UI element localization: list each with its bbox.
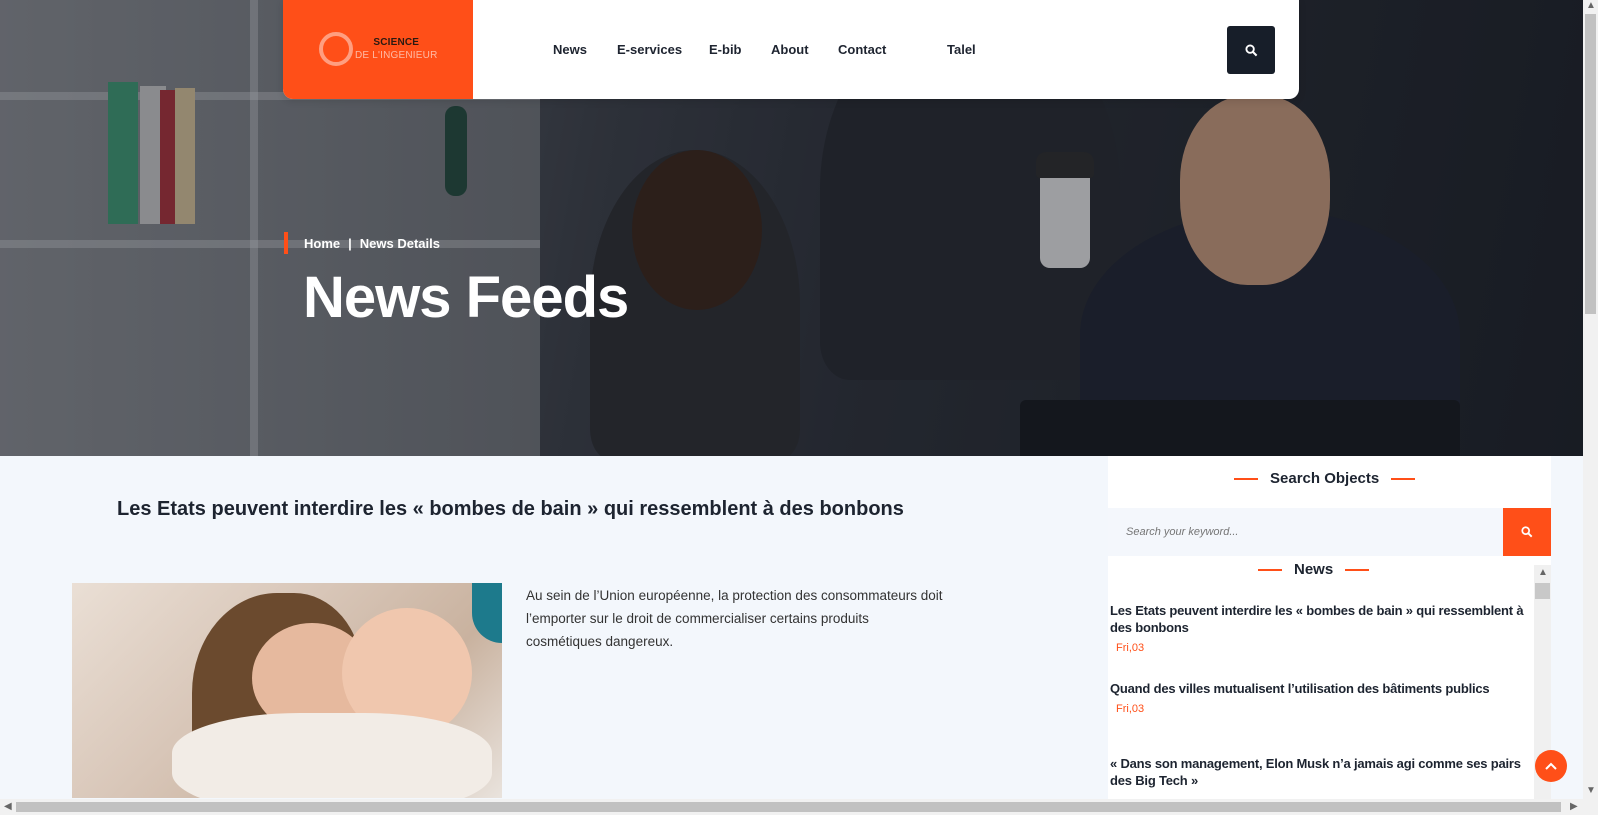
page-title: News Feeds — [303, 265, 629, 330]
logo-text: SCIENCE DE L'INGENIEUR — [355, 36, 438, 62]
sidebar-search-panel: Search Objects — [1108, 456, 1551, 508]
breadcrumb-home[interactable]: Home — [304, 236, 340, 251]
logo-line2: DE L'INGENIEUR — [355, 50, 438, 61]
page-horizontal-scrollbar[interactable]: ◀ ▶ — [0, 799, 1598, 815]
search-icon — [1521, 526, 1533, 538]
news-item-title[interactable]: « Dans son management, Elon Musk n’a jam… — [1110, 755, 1530, 789]
heading-dash — [1345, 568, 1370, 571]
nav-item-user[interactable]: Talel — [947, 42, 976, 57]
image-bubbles — [172, 713, 492, 798]
heading-dash — [1234, 477, 1258, 480]
chevron-up-icon — [1545, 762, 1557, 770]
news-item-date: Fri,03 — [1116, 703, 1145, 715]
news-list: Les Etats peuvent interdire les « bombes… — [1110, 602, 1530, 799]
back-to-top-button[interactable] — [1535, 750, 1567, 782]
breadcrumb-current: News Details — [359, 235, 440, 251]
scroll-up-arrow-icon[interactable]: ▲ — [1538, 567, 1548, 578]
sidebar-search-heading: Search Objects — [1234, 470, 1416, 487]
sidebar-search-button[interactable] — [1503, 508, 1551, 556]
sidebar-search-box — [1108, 508, 1551, 556]
breadcrumb-separator: | — [348, 235, 352, 251]
article-title: Les Etats peuvent interdire les « bombes… — [117, 498, 904, 520]
scroll-up-arrow-icon[interactable]: ▲ — [1586, 0, 1596, 11]
sidebar-search-heading-text: Search Objects — [1270, 470, 1380, 487]
list-item[interactable]: « Dans son management, Elon Musk n’a jam… — [1110, 755, 1530, 789]
sidebar-news-heading: News — [1258, 561, 1370, 578]
nav-item-e-services[interactable]: E-services — [617, 42, 682, 57]
logo-icon — [319, 32, 353, 66]
news-item-date: Fri,03 — [1116, 642, 1145, 654]
heading-dash — [1391, 477, 1416, 480]
site-header: SCIENCE DE L'INGENIEUR News E-services E… — [283, 0, 1299, 99]
image-tap — [472, 583, 502, 643]
scroll-right-arrow-icon[interactable]: ▶ — [1570, 801, 1578, 812]
list-item[interactable]: Quand des villes mutualisent l’utilisati… — [1110, 680, 1530, 715]
sidebar-news-panel: News Les Etats peuvent interdire les « b… — [1108, 556, 1551, 799]
news-item-title[interactable]: Quand des villes mutualisent l’utilisati… — [1110, 680, 1530, 697]
breadcrumb: Home | News Details — [284, 232, 440, 254]
scrollbar-thumb[interactable] — [1535, 583, 1550, 599]
scroll-down-arrow-icon[interactable]: ▼ — [1586, 785, 1596, 796]
news-item-title[interactable]: Les Etats peuvent interdire les « bombes… — [1110, 602, 1530, 636]
article-body: Au sein de l’Union européenne, la protec… — [526, 588, 943, 649]
scrollbar-thumb[interactable] — [16, 802, 1561, 812]
list-item[interactable]: Les Etats peuvent interdire les « bombes… — [1110, 602, 1530, 654]
nav-item-news[interactable]: News — [553, 42, 587, 57]
header-search-button[interactable] — [1227, 26, 1275, 74]
scrollbar-thumb[interactable] — [1585, 14, 1596, 314]
sidebar-news-heading-text: News — [1294, 561, 1334, 578]
nav-item-contact[interactable]: Contact — [838, 42, 886, 57]
nav-item-e-bib[interactable]: E-bib — [709, 42, 742, 57]
nav-item-about[interactable]: About — [771, 42, 809, 57]
page-vertical-scrollbar[interactable]: ▲ ▼ — [1583, 0, 1598, 799]
scroll-left-arrow-icon[interactable]: ◀ — [4, 801, 12, 812]
logo[interactable]: SCIENCE DE L'INGENIEUR — [283, 0, 473, 99]
heading-dash — [1258, 568, 1282, 571]
sidebar-search-input[interactable] — [1108, 508, 1503, 556]
logo-line1: SCIENCE — [373, 37, 420, 48]
search-icon — [1244, 43, 1257, 56]
article-image — [72, 583, 502, 798]
